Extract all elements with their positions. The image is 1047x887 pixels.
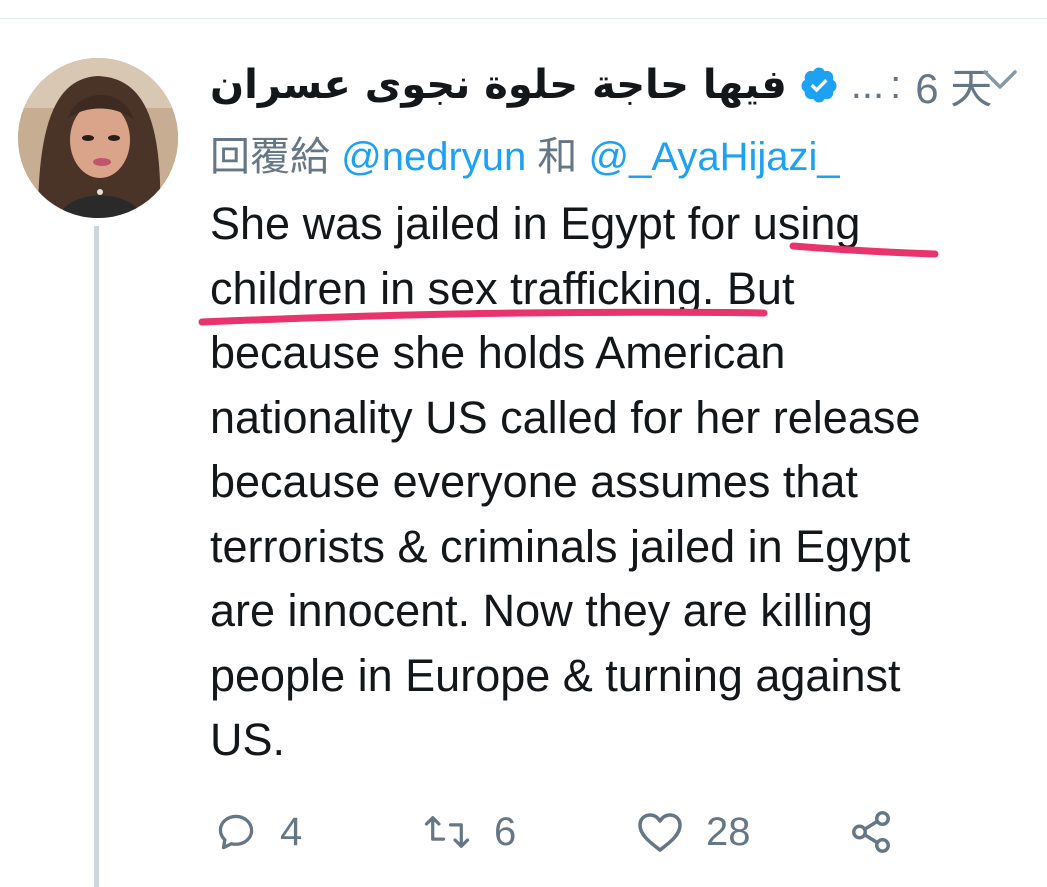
thread-line [94, 226, 99, 887]
reply-prefix: 回覆給 [210, 135, 330, 179]
avatar-photo [18, 58, 178, 218]
reply-button[interactable]: 4 [214, 800, 302, 864]
avatar[interactable] [18, 58, 178, 218]
retweet-count: 6 [494, 809, 517, 854]
retweet-button[interactable]: 6 [422, 800, 516, 864]
chevron-down-icon[interactable] [982, 66, 1018, 94]
heart-icon [638, 813, 682, 852]
verified-badge-icon [799, 65, 839, 105]
mention-link-1[interactable]: @nedryun [341, 135, 526, 179]
separator: : [890, 62, 902, 107]
like-count: 28 [706, 809, 751, 854]
share-icon [852, 811, 890, 853]
top-divider [0, 18, 1047, 19]
tweet-header: فيها حاجة حلوة نجوى عسران ... : 6 天 [210, 52, 1030, 118]
timestamp[interactable]: 6 天 [915, 55, 992, 116]
tweet-text: She was jailed in Egypt for using childr… [210, 198, 921, 765]
reply-count: 4 [280, 809, 303, 854]
share-button[interactable] [848, 800, 894, 864]
tweet-actions: 4 6 28 [0, 800, 1047, 864]
display-name[interactable]: فيها حاجة حلوة نجوى عسران [210, 62, 787, 108]
mention-link-2[interactable]: @_AyaHijazi_ [589, 135, 840, 179]
reply-bubble-icon [218, 814, 254, 850]
reply-conjunction: 和 [537, 135, 578, 179]
retweet-icon [424, 816, 470, 848]
like-button[interactable]: 28 [636, 800, 751, 864]
reply-context: 回覆給 @nedryun 和 @_AyaHijazi_ [210, 124, 840, 182]
handle-truncated[interactable]: ... [851, 63, 884, 108]
